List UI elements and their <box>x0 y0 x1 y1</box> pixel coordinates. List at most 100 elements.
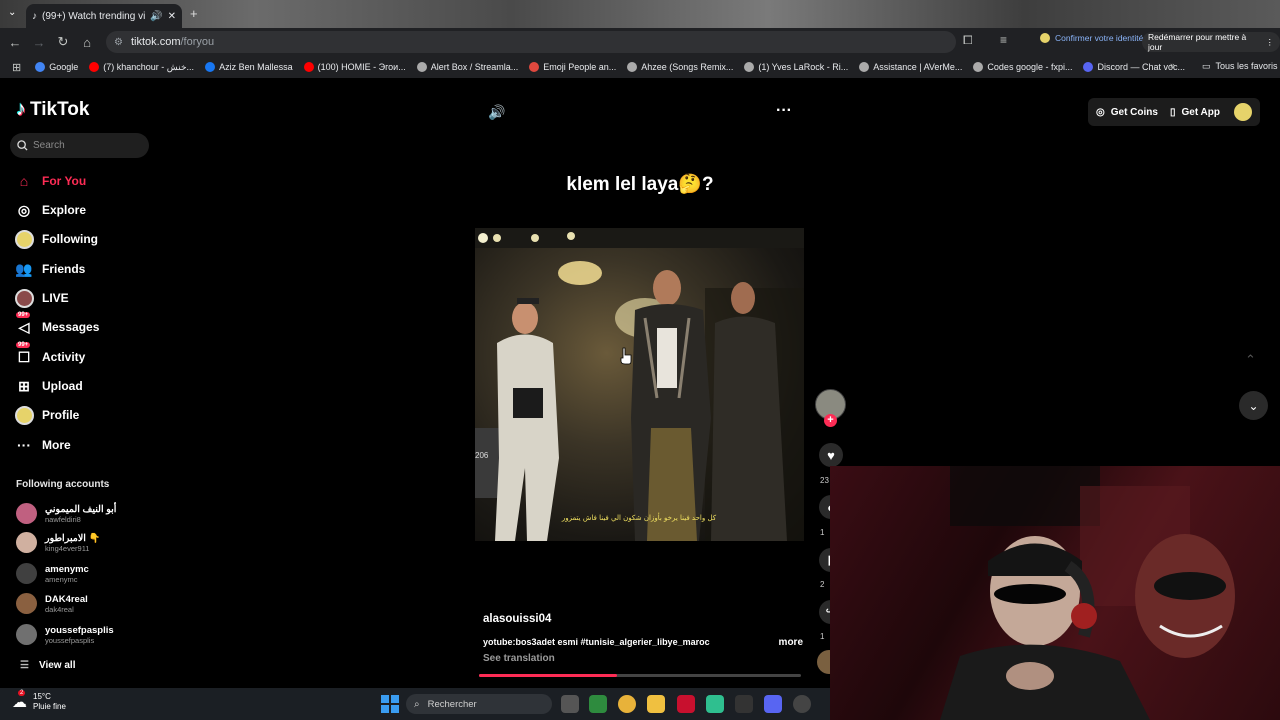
video-description-row: yotube:bos3adet esmi #tunisie_algerier_l… <box>483 637 803 648</box>
bookmark-item[interactable]: Google <box>35 62 78 73</box>
account-name: youssefpasplis <box>45 624 114 636</box>
search-input[interactable]: Search <box>10 133 149 158</box>
see-translation-link[interactable]: See translation <box>483 653 803 664</box>
follow-plus-icon[interactable]: + <box>824 414 837 427</box>
bookmark-favicon-icon <box>35 62 46 72</box>
account-handle: youssefpasplis <box>45 635 95 645</box>
sidebar-item-for-you[interactable]: ⌂ For You <box>14 170 86 192</box>
restart-update-button[interactable]: Redémarrer pour mettre à jour ⋮ <box>1142 32 1280 52</box>
account-handle: king4ever911 <box>45 543 90 553</box>
forward-icon[interactable]: → <box>27 30 51 54</box>
sidebar-item-activity[interactable]: ☐ 99+ Activity <box>14 342 85 368</box>
bookmark-item[interactable]: (100) HOMIE - Эгои... <box>303 62 406 73</box>
sidebar-item-profile[interactable]: Profile <box>14 404 79 426</box>
bookmark-label: (1) Yves LaRock - Ri... <box>758 62 849 72</box>
close-tab-icon[interactable]: ✕ <box>168 11 176 22</box>
following-account-item[interactable]: amenymc amenymc <box>16 563 89 584</box>
back-icon[interactable]: ← <box>3 30 27 54</box>
bookmark-item[interactable]: Assistance | AVerMe... <box>859 62 962 73</box>
sidebar-item-more[interactable]: ··· More <box>14 434 71 456</box>
volume-icon[interactable]: 🔊 <box>488 104 505 121</box>
tiktok-favicon: ♪ <box>32 10 37 22</box>
sidebar-item-following[interactable]: Following <box>14 228 98 250</box>
get-coins-button[interactable]: Get Coins <box>1111 107 1158 118</box>
taskbar-search[interactable]: ⌕ Rechercher <box>406 694 552 714</box>
extensions-icon[interactable]: ⧠ <box>963 33 973 48</box>
upload-icon: ⊞ <box>18 377 30 394</box>
video-player[interactable]: 206 كل واحد فينا يرخو بأوزان شكون الي في… <box>475 228 804 541</box>
profile-avatar[interactable] <box>1234 103 1252 121</box>
windows-start-icon[interactable] <box>381 695 399 713</box>
site-info-icon[interactable]: ⚙ <box>114 37 123 48</box>
apps-grid-icon[interactable]: ⊞ <box>12 61 21 74</box>
chrome-icon[interactable] <box>618 695 636 713</box>
bookmark-item[interactable]: Ahzee (Songs Remix... <box>627 62 733 73</box>
tab-list-icon[interactable]: ⌄ <box>8 7 16 18</box>
app-icon-green[interactable] <box>589 695 607 713</box>
bookmark-favicon-icon <box>416 62 427 72</box>
bookmark-item[interactable]: (1) Yves LaRock - Ri... <box>744 62 848 73</box>
steam-icon[interactable] <box>793 695 811 713</box>
app-icon-dark[interactable] <box>735 695 753 713</box>
app-icon-teal[interactable] <box>706 695 724 713</box>
menu-dots-icon[interactable]: ⋮ <box>1266 37 1275 48</box>
more-bookmarks-icon[interactable]: » <box>1170 60 1175 70</box>
comment-count: 1 <box>820 528 825 537</box>
app-icon-red[interactable] <box>677 695 695 713</box>
like-button[interactable]: ♥ <box>819 443 843 467</box>
following-account-item[interactable]: أبو النيف الميموني nawfeldiri8 <box>16 503 116 524</box>
weather-desc: Pluie fine <box>33 702 66 711</box>
avatar <box>16 532 37 553</box>
bookmark-label: (7) khanchour - خنش... <box>103 61 195 72</box>
reload-icon[interactable]: ↻ <box>51 30 75 54</box>
weather-widget[interactable]: ☁ 2 15°C Pluie fine <box>12 690 66 712</box>
get-app-button[interactable]: Get App <box>1181 107 1220 118</box>
author-name[interactable]: alasouissi04 <box>483 613 803 625</box>
new-tab-button[interactable]: + <box>190 6 198 21</box>
address-bar[interactable]: ⚙ tiktok.com /foryou <box>106 31 956 53</box>
bookmark-favicon-icon <box>89 62 100 72</box>
media-control-icon[interactable]: ≡ <box>1000 33 1007 47</box>
tiktok-note-icon: ♪ <box>16 98 26 120</box>
url-path: /foryou <box>180 36 215 48</box>
video-frame: 206 كل واحد فينا يرخو بأوزان شكون الي في… <box>475 228 804 541</box>
file-explorer-icon[interactable] <box>647 695 665 713</box>
tiktok-logo[interactable]: ♪ TikTok <box>16 98 89 121</box>
bookmarks-bar: ⊞ Google (7) khanchour - خنش... Aziz Ben M… <box>0 56 1280 78</box>
more-link[interactable]: more <box>779 637 803 648</box>
video-progress-bar[interactable] <box>479 674 801 677</box>
sidebar-item-label: For You <box>42 174 87 188</box>
account-name: DAK4real <box>45 593 88 605</box>
sidebar-item-upload[interactable]: ⊞ Upload <box>14 375 83 397</box>
bookmark-favicon-icon <box>529 62 540 72</box>
all-bookmarks-folder[interactable]: ▭ Tous les favoris <box>1202 61 1278 72</box>
notification-badge: 99+ <box>16 342 31 348</box>
discord-icon[interactable] <box>764 695 782 713</box>
bookmark-item[interactable]: Aziz Ben Mallessa <box>205 62 293 73</box>
scroll-up-icon[interactable]: ⌃ <box>1245 352 1256 368</box>
bookmark-item[interactable]: Codes google - fxpi... <box>973 62 1072 73</box>
sidebar-item-friends[interactable]: 👥 Friends <box>14 258 85 280</box>
bookmark-item[interactable]: (7) khanchour - خنش... <box>89 62 194 73</box>
following-account-item[interactable]: DAK4real dak4real <box>16 593 88 614</box>
view-all-link[interactable]: ☰ View all <box>20 660 75 671</box>
tab-tiktok[interactable]: ♪ (99+) Watch trending videos 🔊 ✕ <box>26 4 182 28</box>
following-account-item[interactable]: الامبراطور 👇 king4ever911 <box>16 532 100 553</box>
sidebar-item-explore[interactable]: ◎ Explore <box>14 199 86 221</box>
sidebar-item-live[interactable]: LIVE <box>14 287 69 309</box>
bookmark-item[interactable]: Emoji People an... <box>529 62 616 73</box>
list-icon: ☰ <box>20 660 29 671</box>
sidebar-item-label: Friends <box>42 262 86 276</box>
following-account-item[interactable]: youssefpasplis youssefpasplis <box>16 624 114 645</box>
home-button-icon[interactable]: ⌂ <box>75 30 99 54</box>
search-icon: ⌕ <box>414 698 420 710</box>
identity-prompt[interactable]: Confirmer votre identité <box>1040 33 1143 43</box>
bookmark-item[interactable]: Alert Box / Streamla... <box>416 62 518 73</box>
task-view-icon[interactable] <box>561 695 579 713</box>
scroll-down-button[interactable]: ⌄ <box>1239 391 1268 420</box>
all-bookmarks-label: Tous les favoris <box>1215 61 1278 71</box>
sidebar-item-messages[interactable]: ◁ 99+ Messages <box>14 312 99 338</box>
identity-prompt-label: Confirmer votre identité <box>1055 33 1144 43</box>
more-options-icon[interactable]: ··· <box>776 102 792 120</box>
search-placeholder: Search <box>33 140 65 151</box>
